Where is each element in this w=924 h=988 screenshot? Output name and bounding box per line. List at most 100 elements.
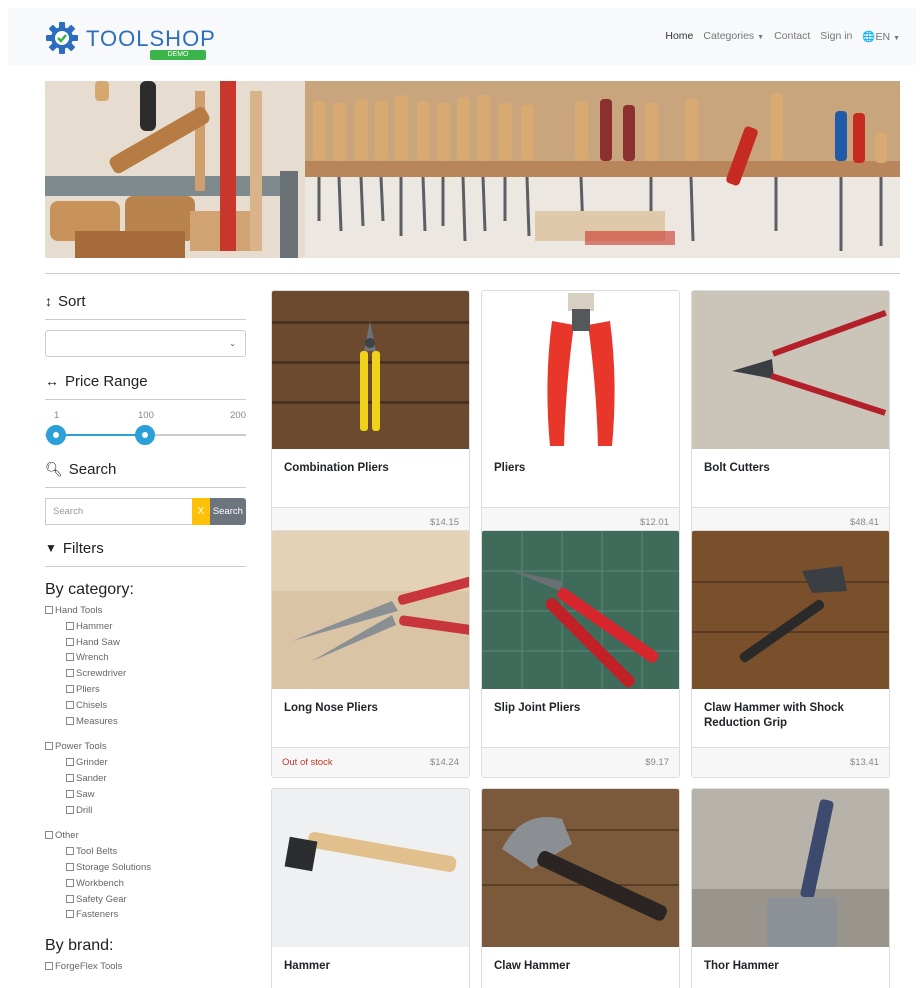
checkbox-icon [66,894,74,903]
divider [45,566,246,567]
subcategory-checkbox[interactable]: Saw [45,787,246,803]
brand-checkbox[interactable]: ForgeFlex Tools [45,959,246,975]
slider-max-handle[interactable] [135,425,155,445]
chevron-down-icon: ⌄ [229,339,236,348]
subcategory-checkbox[interactable]: Fasteners [45,907,246,923]
product-card[interactable]: Pliers $12.01 [481,290,680,538]
nav-contact[interactable]: Contact [774,30,810,43]
checkbox-icon [66,684,74,693]
category-label: Hand Tools [55,605,103,616]
by-brand-heading: By brand: [45,937,114,955]
subcategory-checkbox[interactable]: Pliers [45,682,246,698]
product-card[interactable]: Bolt Cutters $48.41 [691,290,890,538]
subcategory-checkbox[interactable]: Wrench [45,650,246,666]
subcategory-checkbox[interactable]: Workbench [45,876,246,892]
search-heading: 🔍︎ Search [45,458,246,480]
product-image [692,531,889,689]
product-card[interactable]: Claw Hammer with Shock Reduction Grip $1… [691,530,890,778]
search-button[interactable]: Search [209,498,246,525]
subcategory-checkbox[interactable]: Hand Saw [45,635,246,651]
nav-categories[interactable]: Categories ▼ [703,30,764,43]
subcategory-checkbox[interactable]: Sander [45,771,246,787]
stock-status: Out of stock [282,757,333,768]
category-checkbox[interactable]: Other [45,828,246,844]
product-price: $14.15 [429,517,459,528]
subcategory-checkbox[interactable]: Hammer [45,619,246,635]
globe-icon: 🌐 [862,31,876,43]
product-footer: $9.17 [482,747,679,777]
clear-search-button[interactable]: X [192,498,210,525]
category-checkbox[interactable]: Power Tools [45,739,246,755]
sort-title: Sort [58,292,86,310]
nav-home[interactable]: Home [665,30,693,43]
product-image [272,531,469,689]
subcategory-checkbox[interactable]: Screwdriver [45,666,246,682]
subcategory-label: Drill [76,804,93,816]
subcategory-label: Tool Belts [76,846,118,858]
product-price: $9.17 [645,757,669,768]
caret-down-icon: ▼ [893,35,900,42]
product-card[interactable]: Combination Pliers $14.15 [271,290,470,538]
price-range-labels: 1 100 200 [45,410,246,424]
subcategory-label: Storage Solutions [76,861,151,873]
brand-name: TOOLSHOP [86,26,216,51]
product-image [272,789,469,947]
category-checkbox[interactable]: Hand Tools [45,603,246,619]
gear-logo-icon [46,22,78,54]
brand-logo[interactable]: TOOLSHOP DEMO [46,22,216,60]
price-min-label: 1 [54,410,60,421]
nav-signin[interactable]: Sign in [820,30,852,43]
subcategory-checkbox[interactable]: Chisels [45,698,246,714]
product-name: Hammer [284,960,331,972]
subcategory-checkbox[interactable]: Storage Solutions [45,860,246,876]
subcategory-checkbox[interactable]: Measures [45,714,246,730]
price-range-title: Price Range [65,372,148,390]
subcategory-checkbox[interactable]: Tool Belts [45,844,246,860]
price-value-label: 100 [138,410,154,421]
product-image [692,789,889,947]
subcategory-checkbox[interactable]: Grinder [45,755,246,771]
product-card[interactable]: Slip Joint Pliers $9.17 [481,530,680,778]
category-group: Power Tools Grinder Sander Saw Drill [45,739,246,818]
sort-select[interactable]: ⌄ [45,330,246,357]
language-label: EN [875,31,891,43]
product-card[interactable]: Long Nose Pliers Out of stock $14.24 [271,530,470,778]
product-name: Long Nose Pliers [284,702,378,714]
product-name: Slip Joint Pliers [494,702,581,714]
product-card[interactable]: Claw Hammer [481,788,680,988]
caret-down-icon: ▼ [757,34,765,41]
product-card[interactable]: Hammer [271,788,470,988]
price-max-label: 200 [230,410,246,421]
category-group: Hand Tools Hammer Hand Saw Wrench Screwd… [45,603,246,729]
subcategory-label: Saw [76,788,95,800]
checkbox-icon [66,669,74,678]
product-card[interactable]: Thor Hammer [691,788,890,988]
search-title: Search [68,460,117,478]
sort-arrows-icon: ↕ [45,293,52,309]
product-image [272,291,469,449]
filters-heading: ▼ Filters [45,537,246,559]
language-selector[interactable]: 🌐EN ▼ [862,30,900,43]
product-price: $13.41 [849,757,879,768]
checkbox-icon [66,862,74,871]
demo-badge: DEMO [150,50,206,60]
checkbox-icon [66,789,74,798]
subcategory-label: Measures [76,715,118,727]
product-image [692,291,889,449]
price-slider[interactable] [45,424,246,446]
slider-min-handle[interactable] [46,425,66,445]
checkbox-icon [45,742,53,751]
subcategory-checkbox[interactable]: Drill [45,803,246,819]
search-input[interactable] [45,498,192,525]
checkbox-icon [45,962,53,971]
subcategory-checkbox[interactable]: Safety Gear [45,892,246,908]
slider-fill [57,434,145,436]
hero-banner [45,81,900,258]
checkbox-icon [66,910,74,919]
product-name: Bolt Cutters [704,462,770,474]
category-list: Hand Tools Hammer Hand Saw Wrench Screwd… [45,603,246,923]
subcategory-label: Pliers [76,683,100,695]
checkbox-icon [66,621,74,630]
nav-categories-label: Categories [703,30,755,42]
subcategory-label: Grinder [76,757,108,769]
